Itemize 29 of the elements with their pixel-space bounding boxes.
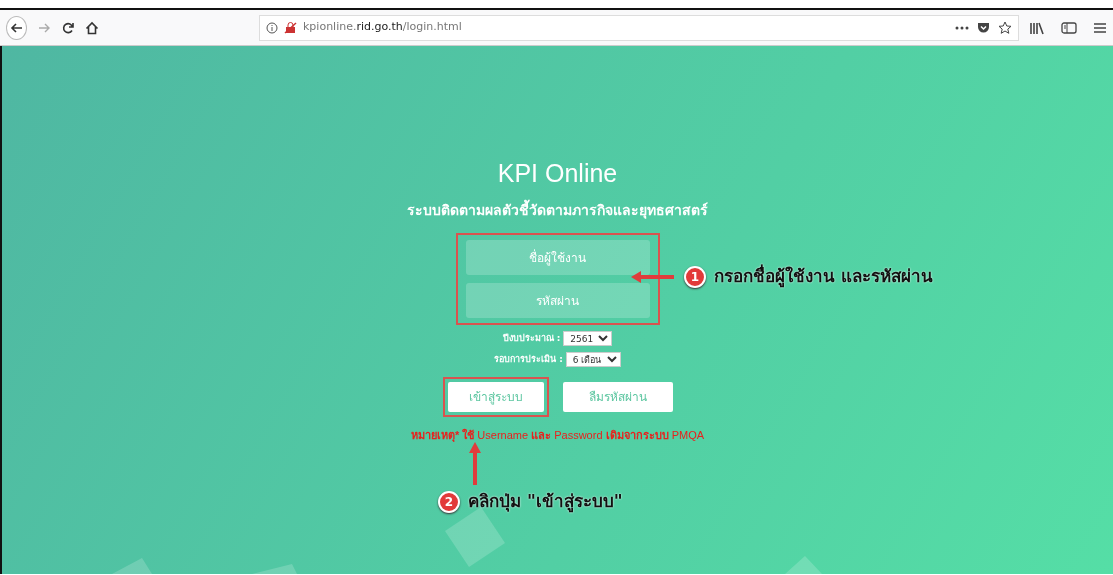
- home-icon: [85, 20, 99, 35]
- annotation-text: กรอกชื่อผู้ใช้งาน และรหัสผ่าน: [714, 264, 933, 290]
- left-arrow-icon: [630, 269, 676, 284]
- step-number-badge: 1: [684, 265, 706, 288]
- select-label: ปีงบประมาณ :: [502, 331, 561, 345]
- pocket-icon[interactable]: [977, 21, 990, 34]
- annotation-text: คลิกปุ่ม "เข้าสู่ระบบ": [468, 490, 623, 515]
- home-button[interactable]: [85, 20, 99, 35]
- url-text: kpionline.rid.go.th/login.html: [303, 19, 462, 36]
- dropdown[interactable]: 2561: [563, 331, 613, 346]
- info-icon: [266, 21, 278, 34]
- step-number-badge: 2: [438, 490, 460, 513]
- sidebar-icon[interactable]: [1061, 20, 1077, 35]
- insecure-lock-icon: [284, 21, 297, 34]
- back-arrow-icon: [9, 20, 24, 35]
- back-button[interactable]: [6, 15, 27, 40]
- reload-icon: [61, 20, 75, 35]
- address-bar[interactable]: kpionline.rid.go.th/login.html: [259, 14, 1019, 41]
- library-icon[interactable]: [1029, 20, 1045, 35]
- select-label: รอบการประเมิน :: [494, 352, 563, 366]
- more-icon[interactable]: [955, 25, 969, 30]
- app-title: KPI Online: [497, 158, 618, 188]
- up-arrow-icon: [468, 441, 482, 485]
- reload-button[interactable]: [61, 20, 75, 35]
- dropdown[interactable]: 6 เดือน: [565, 352, 621, 367]
- app-subtitle: ระบบติดตามผลตัวชี้วัดตามภารกิจและยุทธศาสตร์: [407, 200, 708, 221]
- menu-icon[interactable]: [1093, 21, 1107, 34]
- note-text: หมายเหตุ* ใช้ Username และ Password เดิมจากระบบ PMQA: [410, 427, 705, 444]
- star-icon[interactable]: [998, 20, 1012, 35]
